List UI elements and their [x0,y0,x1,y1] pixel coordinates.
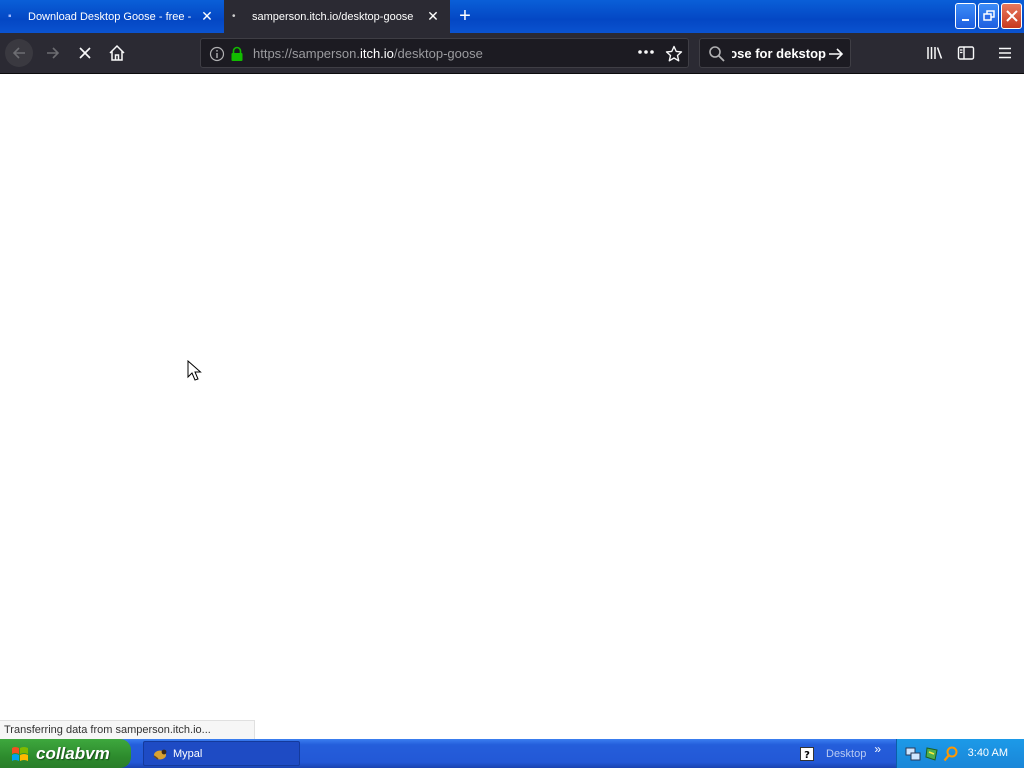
hamburger-menu-icon [999,47,1011,59]
security-shield-icon[interactable] [924,746,940,762]
desktop-toolbar: ? Desktop » [800,739,881,768]
minimize-button[interactable] [955,3,976,29]
library-icon [927,47,943,59]
sidebar-icon [957,46,975,60]
back-button[interactable] [5,39,33,67]
page-actions-icon[interactable] [637,49,655,55]
taskbar-item-mypal[interactable]: Mypal [143,741,300,766]
new-tab-button[interactable]: + [450,0,480,33]
info-icon[interactable] [209,46,225,62]
navigation-toolbar: https://samperson.itch.io/desktop-goose … [0,33,1024,74]
windows-logo-icon [12,746,28,761]
stop-button[interactable] [71,39,99,67]
help-icon[interactable]: ? [800,746,814,761]
mouse-cursor-icon [187,360,202,381]
close-window-button[interactable] [1001,3,1022,29]
start-button[interactable]: collabvm [0,739,131,768]
restore-button[interactable] [978,3,999,29]
tab-strip: ▪ Download Desktop Goose - free - D ✕ • … [0,0,1024,33]
mypal-app-icon [153,749,167,760]
system-tray: 3:40 AM [896,739,1024,768]
menu-button[interactable] [991,39,1019,67]
minimize-icon [961,19,969,21]
tab-favicon: ▪ [8,11,12,22]
restore-icon [982,10,995,21]
tab-loading-icon: • [232,11,236,22]
stop-icon [79,47,91,59]
forward-button[interactable] [39,39,67,67]
search-icon [709,46,725,62]
home-icon [109,44,125,61]
url-text: https://samperson.itch.io/desktop-goose [253,46,483,61]
search-go-arrow-icon[interactable] [828,46,844,62]
search-bar[interactable]: goose for dekstop [699,38,851,68]
desktop-toolbar-label[interactable]: Desktop [826,748,866,760]
lock-icon[interactable] [230,46,244,62]
magnifier-tray-icon[interactable] [943,746,959,762]
search-input[interactable]: goose for dekstop [732,46,826,61]
home-button[interactable] [103,39,131,67]
bookmark-star-icon[interactable] [665,45,683,63]
taskbar-item-label: Mypal [173,747,203,760]
tab-download-desktop-goose[interactable]: ▪ Download Desktop Goose - free - D ✕ [0,0,224,33]
page-content[interactable] [0,75,1024,720]
network-icon[interactable] [905,746,921,762]
toolbar-overflow-chevron-icon[interactable]: » [874,742,881,756]
close-icon [1005,10,1018,22]
svg-text:?: ? [804,750,810,761]
start-label: collabvm [36,743,110,763]
back-arrow-icon [12,47,25,59]
tab-samperson-itch[interactable]: • samperson.itch.io/desktop-goose ✕ [224,0,450,33]
tab-title: Download Desktop Goose - free - D [28,10,192,23]
tab-close-icon[interactable]: ✕ [200,9,214,23]
window-controls [955,3,1022,29]
status-panel: Transferring data from samperson.itch.io… [0,720,255,739]
taskbar: collabvm Mypal ? Desktop » 3:40 AM [0,739,1024,768]
forward-arrow-icon [47,47,60,59]
clock[interactable]: 3:40 AM [968,747,1008,759]
url-bar[interactable]: https://samperson.itch.io/desktop-goose [200,38,689,68]
library-button[interactable] [921,39,949,67]
tab-title: samperson.itch.io/desktop-goose [252,10,414,23]
sidebar-toggle-button[interactable] [952,39,980,67]
tab-close-icon[interactable]: ✕ [426,9,440,23]
